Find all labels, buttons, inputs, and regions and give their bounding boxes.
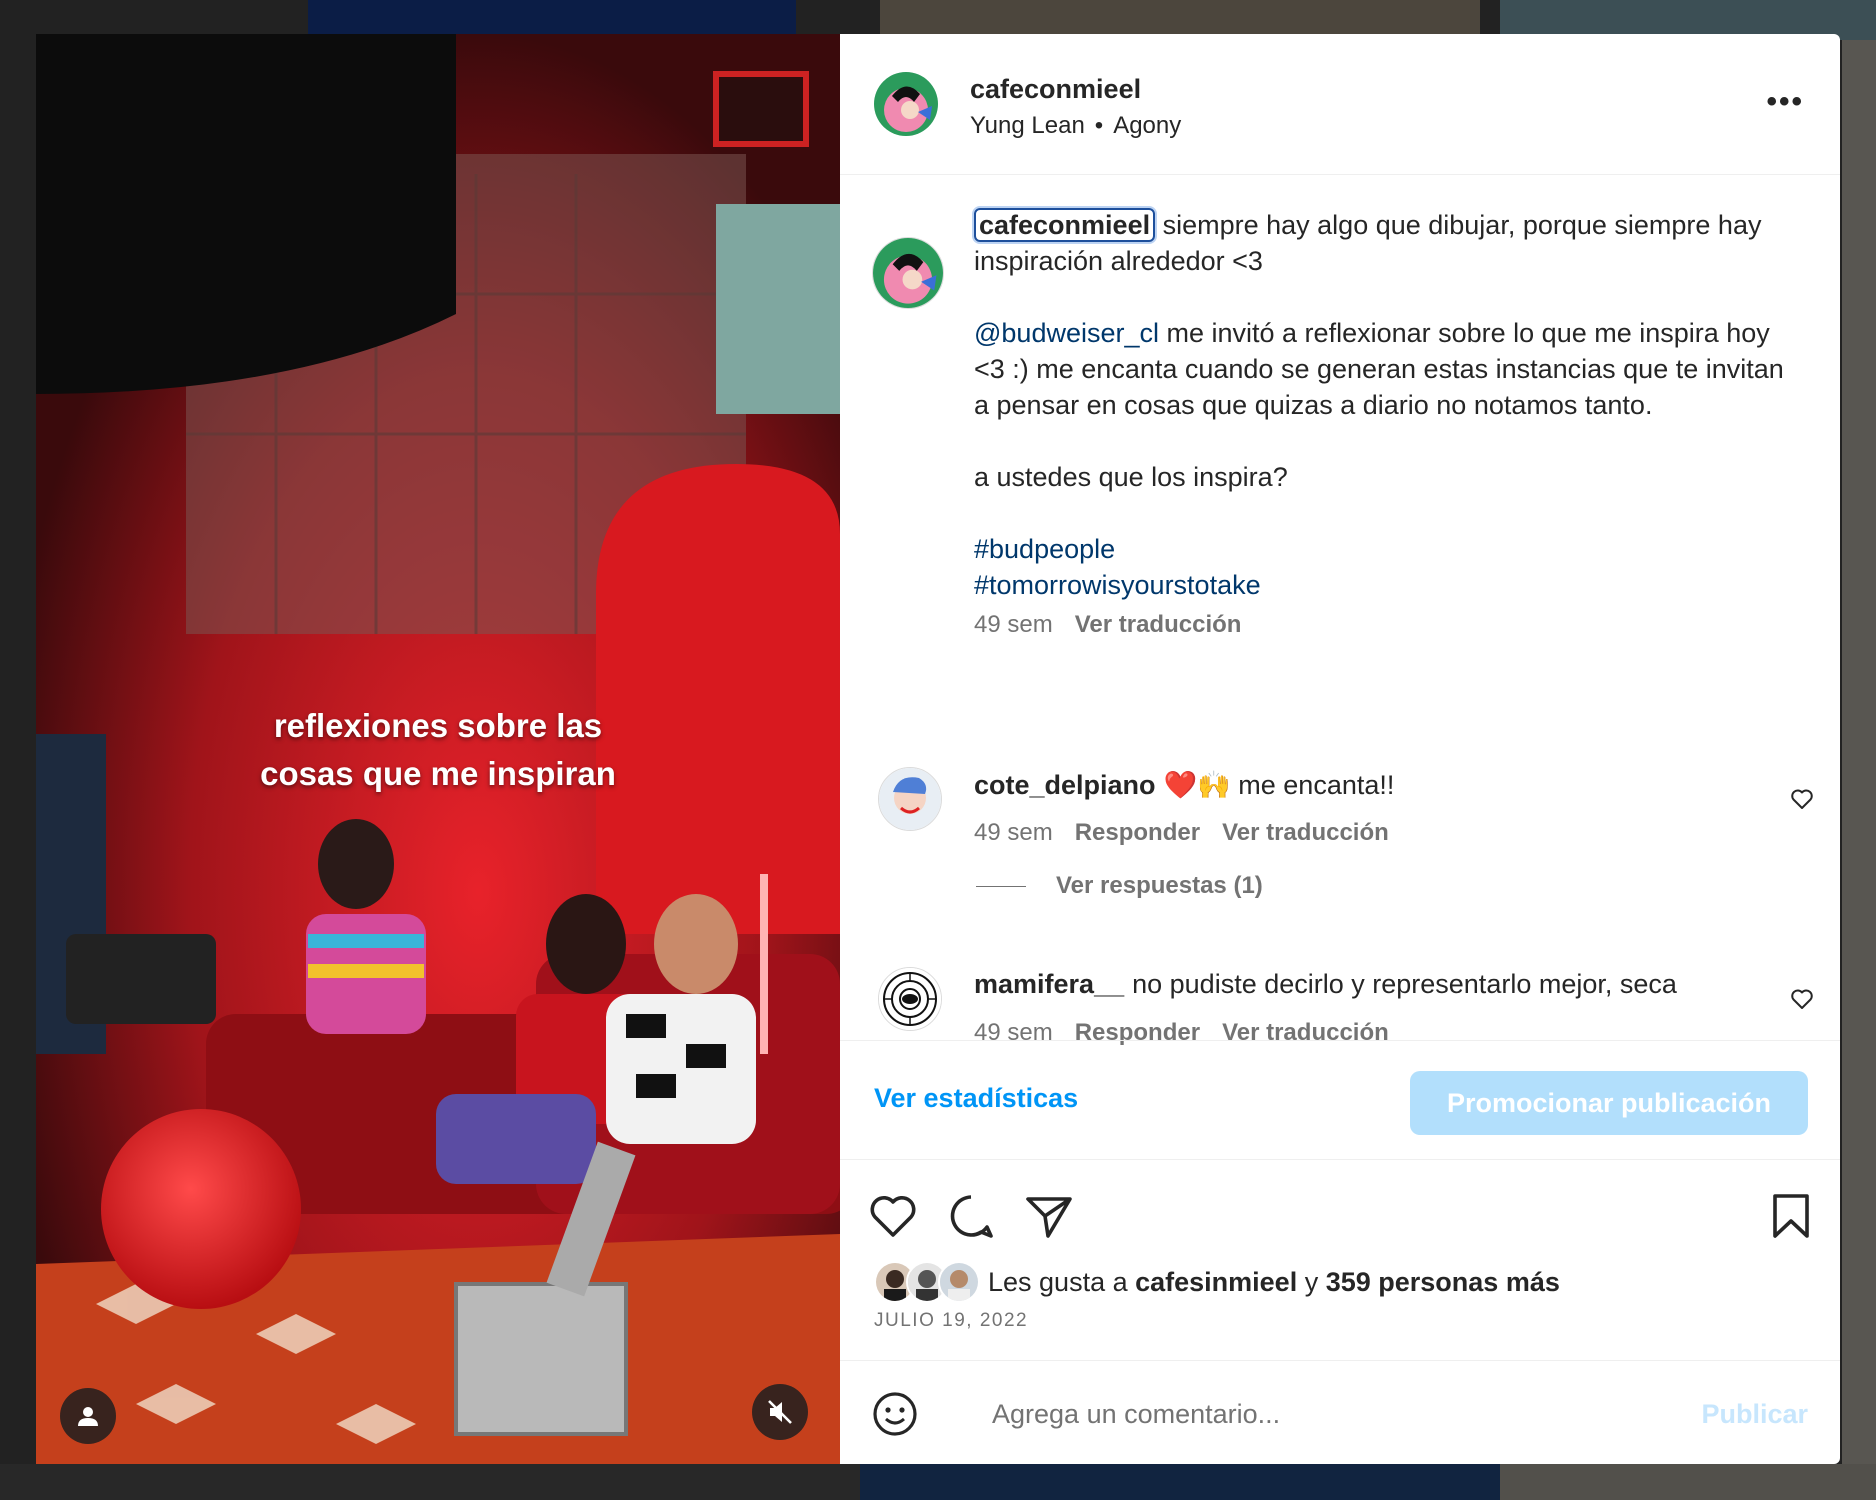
- comment-bubble-icon[interactable]: [946, 1192, 996, 1240]
- avatar-illustration-icon: [879, 968, 941, 1030]
- caption-author-avatar[interactable]: [872, 237, 944, 309]
- hashtag-link[interactable]: #tomorrowisyourstotake: [974, 570, 1261, 600]
- emoji-smiley-icon[interactable]: [872, 1391, 918, 1437]
- liker-username[interactable]: cafesinmieel: [1135, 1267, 1297, 1297]
- likes-prefix: Les gusta a: [988, 1266, 1136, 1297]
- avatar-illustration-icon: [879, 768, 941, 830]
- tagged-users-button[interactable]: [60, 1388, 116, 1444]
- caption-username[interactable]: cafeconmieel: [974, 208, 1156, 242]
- author-avatar[interactable]: [874, 72, 938, 136]
- post-comment-button[interactable]: Publicar: [1701, 1399, 1808, 1430]
- add-comment-bar: Publicar: [840, 1360, 1840, 1464]
- comment-time[interactable]: 49 sem: [974, 819, 1053, 846]
- person-icon: [78, 1407, 98, 1426]
- mention-link[interactable]: @budweiser_cl: [974, 318, 1159, 348]
- post-details-panel: cafeconmieel Yung Lean • Agony ••• cafecon…: [840, 34, 1840, 1464]
- commenter-avatar[interactable]: [878, 767, 942, 831]
- post-video[interactable]: reflexiones sobre las cosas que me inspi…: [36, 34, 840, 1464]
- liker-photo-icon: [940, 1263, 978, 1301]
- likes-count[interactable]: 359 personas más: [1326, 1267, 1560, 1297]
- replies-divider: [976, 886, 1026, 888]
- comment-body: ❤️🙌 me encanta!!: [1163, 770, 1395, 800]
- promote-post-button[interactable]: Promocionar publicación: [1410, 1071, 1808, 1135]
- avatar-illustration-icon: [874, 72, 938, 136]
- comment-username[interactable]: cote_delpiano: [974, 770, 1156, 800]
- comment-body: no pudiste decirlo y representarlo mejor…: [1132, 969, 1677, 999]
- commenter-avatar[interactable]: [878, 967, 942, 1031]
- save-bookmark-icon[interactable]: [1770, 1192, 1812, 1240]
- post-date[interactable]: JULIO 19, 2022: [874, 1310, 1028, 1332]
- comment-text: cote_delpiano ❤️🙌 me encanta!!: [974, 769, 1394, 801]
- comment-text: mamifera__ no pudiste decirlo y represent…: [974, 969, 1677, 1000]
- more-options-button[interactable]: •••: [1766, 87, 1804, 117]
- reply-button[interactable]: Responder: [1075, 819, 1200, 846]
- caption-translate-link[interactable]: Ver traducción: [1075, 611, 1242, 638]
- overlay-line-2: cosas que me inspiran: [260, 755, 616, 792]
- video-text-overlay: reflexiones sobre las cosas que me inspi…: [36, 702, 840, 798]
- audio-song[interactable]: Agony: [1113, 112, 1181, 139]
- comment-meta: 49 sem Responder Ver traducción: [974, 819, 1411, 847]
- like-comment-heart-icon[interactable]: [1790, 987, 1814, 1011]
- likes-text: Les gusta a cafesinmieel y 359 personas …: [988, 1267, 1560, 1298]
- likes-summary[interactable]: Les gusta a cafesinmieel y 359 personas …: [874, 1261, 1560, 1303]
- caption-text-3: a ustedes que los inspira?: [974, 462, 1288, 492]
- comment-username[interactable]: mamifera__: [974, 969, 1124, 999]
- post-modal: reflexiones sobre las cosas que me inspi…: [36, 34, 1840, 1464]
- likes-conj: y: [1297, 1266, 1326, 1297]
- translate-link[interactable]: Ver traducción: [1222, 819, 1389, 846]
- mute-button[interactable]: [752, 1384, 808, 1440]
- liker-avatar: [938, 1261, 980, 1303]
- insights-bar: Ver estadísticas Promocionar publicación: [840, 1040, 1840, 1160]
- comments-section: cafeconmieel siempre hay algo que dibuja…: [840, 175, 1840, 1046]
- view-replies-label[interactable]: Ver respuestas (1): [1056, 872, 1263, 899]
- post-caption: cafeconmieel siempre hay algo que dibuja…: [974, 207, 1794, 647]
- speaker-muted-icon: [768, 1400, 792, 1424]
- overlay-line-1: reflexiones sobre las: [273, 707, 603, 744]
- audio-attribution[interactable]: Yung Lean • Agony: [970, 112, 1181, 140]
- caption-time[interactable]: 49 sem: [974, 611, 1053, 638]
- view-replies-button[interactable]: Ver respuestas (1): [976, 872, 1263, 900]
- share-paper-plane-icon[interactable]: [1024, 1192, 1074, 1240]
- hashtag-link[interactable]: #budpeople: [974, 534, 1115, 564]
- audio-artist[interactable]: Yung Lean: [970, 112, 1085, 139]
- audio-separator: •: [1094, 112, 1104, 139]
- comment-input[interactable]: [990, 1389, 1614, 1439]
- view-insights-link[interactable]: Ver estadísticas: [874, 1083, 1078, 1114]
- post-header: cafeconmieel Yung Lean • Agony •••: [840, 34, 1840, 175]
- avatar-illustration-icon: [873, 238, 943, 308]
- post-actions: [840, 1174, 1840, 1254]
- like-comment-heart-icon[interactable]: [1790, 787, 1814, 811]
- like-heart-icon[interactable]: [868, 1192, 918, 1240]
- author-username[interactable]: cafeconmieel: [970, 74, 1141, 105]
- comment-item: cote_delpiano ❤️🙌 me encanta!! 49 sem Resp…: [840, 767, 1840, 877]
